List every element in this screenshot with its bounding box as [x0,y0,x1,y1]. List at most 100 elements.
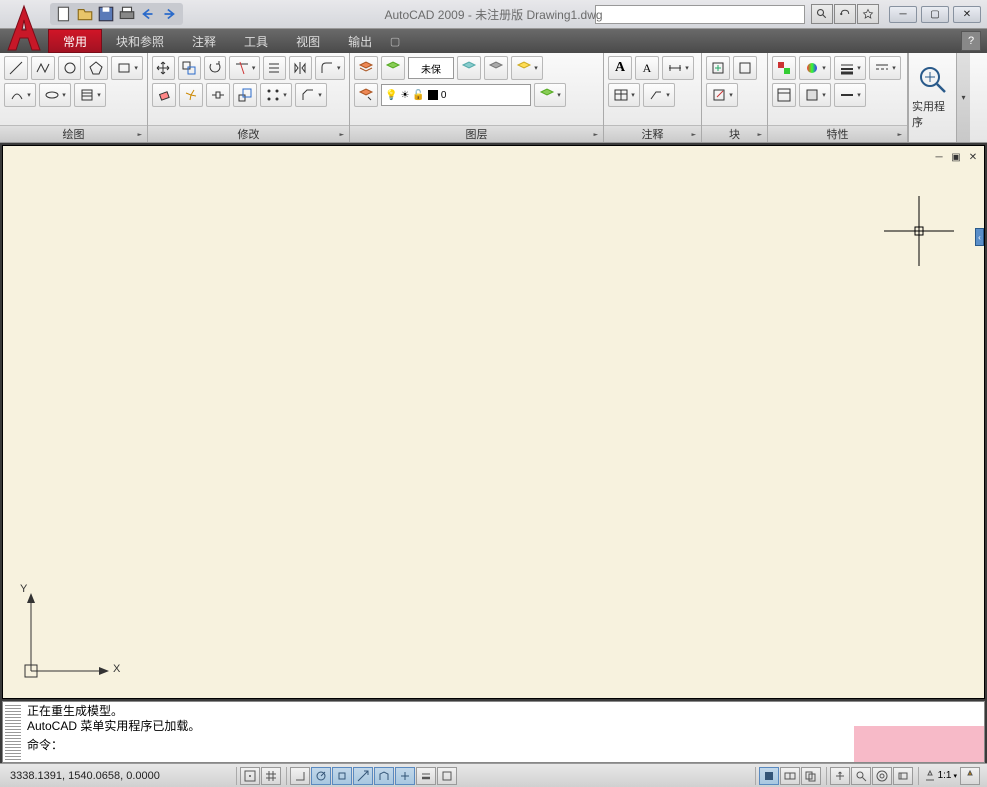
panel-title-modify[interactable]: 修改 [148,125,349,142]
chamfer-icon[interactable] [295,83,327,107]
ducs-button[interactable] [374,767,394,785]
panel-title-properties[interactable]: 特性 [768,125,907,142]
panel-title-block[interactable]: 块 [702,125,767,142]
tool-palette-tab[interactable]: ‹ [975,228,984,246]
erase-icon[interactable] [152,83,176,107]
new-icon[interactable] [55,5,73,23]
print-icon[interactable] [118,5,136,23]
explode-icon[interactable] [179,83,203,107]
zoom-button[interactable] [851,767,871,785]
plotstyle-combo[interactable] [834,83,866,107]
layer-state-combo[interactable]: 未保 [408,57,454,79]
rectangle-icon[interactable] [111,56,143,80]
mirror-icon[interactable] [289,56,312,80]
tab-output[interactable]: 输出 [334,29,386,53]
snap-button[interactable] [240,767,260,785]
help-icon[interactable]: ? [961,31,981,51]
linetype-combo[interactable] [869,56,901,80]
close-button[interactable]: ✕ [953,6,981,23]
drawing-canvas[interactable]: ─ ▣ ✕ ‹ Y X [2,145,985,699]
polygon-icon[interactable] [84,56,108,80]
app-logo-menu[interactable] [2,2,46,56]
insert-block-icon[interactable] [706,56,730,80]
layer-properties-icon[interactable] [354,56,378,80]
redo-icon[interactable] [160,5,178,23]
grid-button[interactable] [261,767,281,785]
hatch-icon[interactable] [74,83,106,107]
ribbon-collapse-icon[interactable]: ▾ [956,53,970,142]
pan-button[interactable] [830,767,850,785]
array-icon[interactable] [260,83,292,107]
ortho-button[interactable] [290,767,310,785]
osnap-button[interactable] [332,767,352,785]
lineweight-combo[interactable] [834,56,866,80]
cmdline-grip-icon[interactable] [5,704,21,760]
move-icon[interactable] [152,56,175,80]
coordinates-readout[interactable]: 3338.1391, 1540.0658, 0.0000 [4,770,234,782]
search-icon[interactable] [811,4,833,24]
block-edit-icon[interactable] [706,83,738,107]
tab-view[interactable]: 视图 [282,29,334,53]
panel-title-annotate[interactable]: 注释 [604,125,701,142]
tab-common[interactable]: 常用 [48,29,102,53]
anno-visibility-button[interactable] [960,767,980,785]
model-button[interactable] [759,767,779,785]
qview-drawings-button[interactable] [801,767,821,785]
table-icon[interactable] [608,83,640,107]
create-block-icon[interactable] [733,56,757,80]
tab-tools[interactable]: 工具 [230,29,282,53]
bylayer-combo[interactable] [799,83,831,107]
favorites-icon[interactable] [857,4,879,24]
offset-icon[interactable] [263,56,286,80]
layer-previous-icon[interactable] [534,83,566,107]
panel-title-layers[interactable]: 图层 [350,125,603,142]
trim-icon[interactable] [229,56,259,80]
color-combo[interactable] [799,56,831,80]
save-icon[interactable] [97,5,115,23]
steering-wheel-button[interactable] [872,767,892,785]
stretch-icon[interactable] [206,83,230,107]
showmotion-button[interactable] [893,767,913,785]
layer-off-icon[interactable] [484,56,508,80]
doc-close-icon[interactable]: ✕ [966,150,980,164]
polyline-icon[interactable] [31,56,55,80]
qview-layouts-button[interactable] [780,767,800,785]
command-line[interactable]: 正在重生成模型。 AutoCAD 菜单实用程序已加载。 命令： [2,701,985,763]
layer-selector[interactable]: 💡 ☀ 🔓 0 [381,84,531,106]
scale-icon[interactable] [233,83,257,107]
qp-button[interactable] [437,767,457,785]
properties-palette-icon[interactable] [772,83,796,107]
minimize-button[interactable]: ─ [889,6,917,23]
panel-utilities[interactable]: 实用程序 [908,53,956,142]
lwt-button[interactable] [416,767,436,785]
layer-match-icon[interactable] [354,83,378,107]
text-icon[interactable]: A [635,56,659,80]
tab-overflow-icon[interactable]: ▢ [386,29,404,53]
maximize-button[interactable]: ▢ [921,6,949,23]
layer-freeze-icon[interactable] [457,56,481,80]
polar-button[interactable] [311,767,331,785]
copy-icon[interactable] [178,56,201,80]
leader-icon[interactable] [643,83,675,107]
mtext-icon[interactable]: A [608,56,632,80]
rotate-icon[interactable] [204,56,227,80]
ellipse-icon[interactable] [39,83,71,107]
doc-restore-icon[interactable]: ▣ [949,150,963,164]
infocenter-search-input[interactable] [595,5,805,24]
doc-minimize-icon[interactable]: ─ [932,150,946,164]
circle-icon[interactable] [58,56,82,80]
dyn-button[interactable] [395,767,415,785]
dimension-icon[interactable] [662,56,694,80]
otrack-button[interactable] [353,767,373,785]
line-icon[interactable] [4,56,28,80]
comm-center-icon[interactable] [834,4,856,24]
panel-title-draw[interactable]: 绘图 [0,125,147,142]
match-properties-icon[interactable] [772,56,796,80]
tab-blocks[interactable]: 块和参照 [102,29,178,53]
layer-iso-icon[interactable] [511,56,543,80]
annotation-scale[interactable]: 1:1 ▾ [922,767,959,785]
open-icon[interactable] [76,5,94,23]
fillet-icon[interactable] [315,56,345,80]
arc-icon[interactable] [4,83,36,107]
undo-icon[interactable] [139,5,157,23]
